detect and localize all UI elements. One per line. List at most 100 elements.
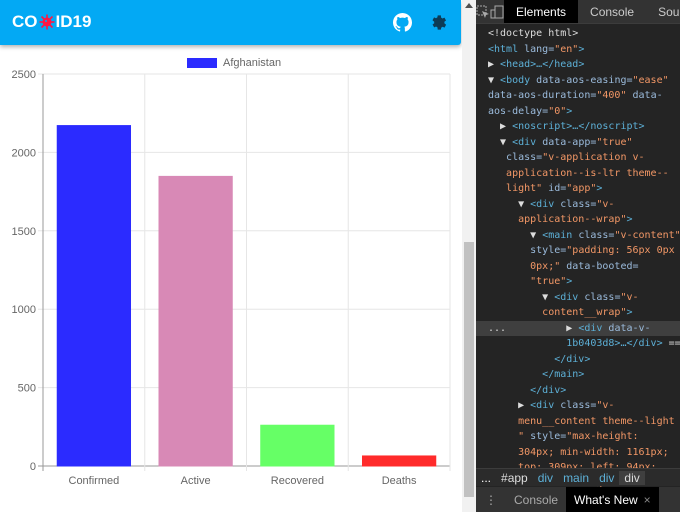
code-token: id= bbox=[542, 183, 567, 194]
dom-node-line[interactable]: ▼ <div class="v- bbox=[476, 290, 680, 306]
dom-node-line[interactable]: content__wrap"> bbox=[476, 305, 680, 321]
dom-node-line[interactable]: 0px;" data-booted= bbox=[476, 259, 680, 275]
drawer-menu-icon[interactable]: ⋮ bbox=[476, 493, 506, 507]
code-token: > bbox=[566, 276, 573, 287]
device-toolbar-icon[interactable] bbox=[490, 0, 504, 23]
code-token: application--wrap" bbox=[488, 214, 627, 225]
code-token: "v- bbox=[620, 291, 639, 303]
close-icon[interactable]: × bbox=[644, 493, 651, 507]
code-token: "true" bbox=[596, 136, 633, 148]
scroll-up-arrow[interactable] bbox=[465, 3, 473, 8]
code-token: "v- bbox=[596, 198, 615, 210]
dom-node-line[interactable]: "true"> bbox=[476, 274, 680, 290]
code-token: > bbox=[578, 43, 585, 55]
y-tick-label: 500 bbox=[18, 383, 36, 395]
bar-chart: 0 500 1000 1500 2000 2500 Confirmed Active Recov… bbox=[12, 57, 451, 487]
breadcrumb-item[interactable]: main bbox=[558, 471, 594, 485]
tab-sources[interactable]: Sources bbox=[646, 0, 680, 23]
code-token: <html bbox=[488, 43, 525, 55]
code-token: "padding: 56px 0px bbox=[566, 245, 675, 256]
dom-node-line[interactable]: 1b0403d8>…</div> == $0 bbox=[476, 336, 680, 352]
dom-node-line[interactable]: ▼ <div data-app="true" bbox=[476, 135, 680, 151]
code-token: data-aos-easing= bbox=[536, 74, 633, 86]
dom-node-line[interactable]: light" id="app"> bbox=[476, 181, 680, 197]
dom-tree[interactable]: <!doctype html> <html lang="en"> ▶ <head>…… bbox=[476, 26, 680, 507]
app-logo[interactable]: CO ID19 bbox=[12, 12, 91, 32]
page-scrollbar[interactable] bbox=[462, 0, 476, 512]
dom-node-line[interactable]: </div> bbox=[476, 383, 680, 399]
breadcrumb-item[interactable]: div bbox=[533, 471, 558, 485]
bar-active bbox=[158, 175, 233, 467]
code-token: style= bbox=[524, 431, 567, 442]
dom-node-line[interactable]: ▼ <div class="v- bbox=[476, 197, 680, 213]
code-token: data-aos-duration= bbox=[488, 90, 597, 101]
code-token: 304px; min-width: 1161px; bbox=[488, 446, 669, 458]
bar-recovered bbox=[260, 424, 335, 467]
breadcrumb-item[interactable]: div bbox=[594, 471, 619, 485]
bar-deaths bbox=[361, 455, 437, 467]
code-token: <noscript>…</noscript> bbox=[512, 121, 645, 132]
dom-node-line[interactable]: style="padding: 56px 0px bbox=[476, 243, 680, 259]
code-token: <div bbox=[554, 291, 585, 303]
devtools-tabbar: Elements Console Sources bbox=[476, 0, 680, 24]
dom-node-line[interactable]: <!doctype html> bbox=[476, 26, 680, 42]
code-token: <div bbox=[578, 322, 609, 334]
code-token: "en" bbox=[554, 43, 579, 55]
github-icon[interactable] bbox=[393, 13, 412, 32]
dom-node-line[interactable]: ▶ <div class="v- bbox=[476, 398, 680, 414]
dom-node-line[interactable]: ▼ <body data-aos-easing="ease" bbox=[476, 73, 680, 89]
y-tick-label: 0 bbox=[30, 461, 36, 473]
code-token: data-booted= bbox=[560, 260, 639, 272]
code-token: <body bbox=[500, 74, 537, 86]
breadcrumb-item[interactable]: div bbox=[619, 470, 645, 485]
code-token: menu__content theme--light bbox=[488, 415, 675, 427]
code-token: <div bbox=[512, 136, 543, 148]
dom-node-line[interactable]: application--wrap"> bbox=[476, 212, 680, 228]
x-tick-label: Recovered bbox=[271, 475, 324, 487]
dom-node-line[interactable]: 304px; min-width: 1161px; bbox=[476, 445, 680, 461]
code-token: "true" bbox=[488, 276, 567, 287]
x-tick-label: Confirmed bbox=[69, 475, 120, 487]
dom-node-line[interactable]: ... ▶ <div data-v- bbox=[476, 320, 680, 336]
app-bar: CO ID19 bbox=[0, 0, 461, 45]
dom-node-line[interactable]: ▼ <main class="v-content" bbox=[476, 228, 680, 244]
legend-label: Afghanistan bbox=[223, 57, 281, 69]
tab-console[interactable]: Console bbox=[578, 0, 646, 23]
code-token: "v-content" bbox=[614, 229, 680, 241]
code-token: data- bbox=[626, 90, 663, 101]
dom-node-line[interactable]: ▶ <head>…</head> bbox=[476, 57, 680, 73]
code-token: 0px;" bbox=[488, 260, 561, 272]
code-token: </div> bbox=[488, 353, 591, 365]
dom-node-line[interactable]: aos-delay="0"> bbox=[476, 104, 680, 120]
code-token: > bbox=[626, 307, 633, 318]
breadcrumb-item[interactable]: ... bbox=[476, 471, 496, 485]
x-tick-label: Deaths bbox=[382, 475, 417, 487]
dom-node-line[interactable]: </div> bbox=[476, 352, 680, 368]
dom-node-line[interactable]: <html lang="en"> bbox=[476, 42, 680, 58]
dom-node-line[interactable]: " style="max-height: bbox=[476, 429, 680, 445]
y-tick-label: 1500 bbox=[12, 226, 36, 238]
inspect-element-icon[interactable] bbox=[476, 0, 490, 23]
legend-swatch bbox=[187, 58, 217, 68]
logo-text-prefix: CO bbox=[12, 12, 38, 31]
code-token: </main> bbox=[488, 369, 585, 380]
dom-node-line[interactable]: </main> bbox=[476, 367, 680, 383]
code-token: ▼ bbox=[488, 74, 501, 86]
dom-node-line[interactable]: data-aos-duration="400" data- bbox=[476, 88, 680, 104]
code-token: ▶ bbox=[488, 121, 513, 132]
code-token: ▼ bbox=[488, 229, 543, 241]
dom-node-line[interactable]: class="v-application v- bbox=[476, 150, 680, 166]
scrollbar-thumb[interactable] bbox=[464, 242, 474, 497]
dom-node-line[interactable]: ▶ <noscript>…</noscript> bbox=[476, 119, 680, 135]
drawer-tab-whats-new[interactable]: What's New × bbox=[566, 487, 659, 512]
tab-elements[interactable]: Elements bbox=[504, 0, 579, 23]
code-token: ▼ bbox=[488, 291, 555, 303]
breadcrumb-item[interactable]: #app bbox=[496, 471, 533, 485]
code-token: "0" bbox=[548, 105, 567, 117]
gear-icon[interactable] bbox=[429, 13, 448, 32]
dom-node-line[interactable]: menu__content theme--light bbox=[476, 414, 680, 430]
breadcrumb: ... #app div main div div bbox=[476, 468, 680, 486]
dom-node-line[interactable]: application--is-ltr theme-- bbox=[476, 166, 680, 182]
drawer-tab-console[interactable]: Console bbox=[506, 487, 566, 512]
code-token: <div bbox=[530, 198, 561, 210]
